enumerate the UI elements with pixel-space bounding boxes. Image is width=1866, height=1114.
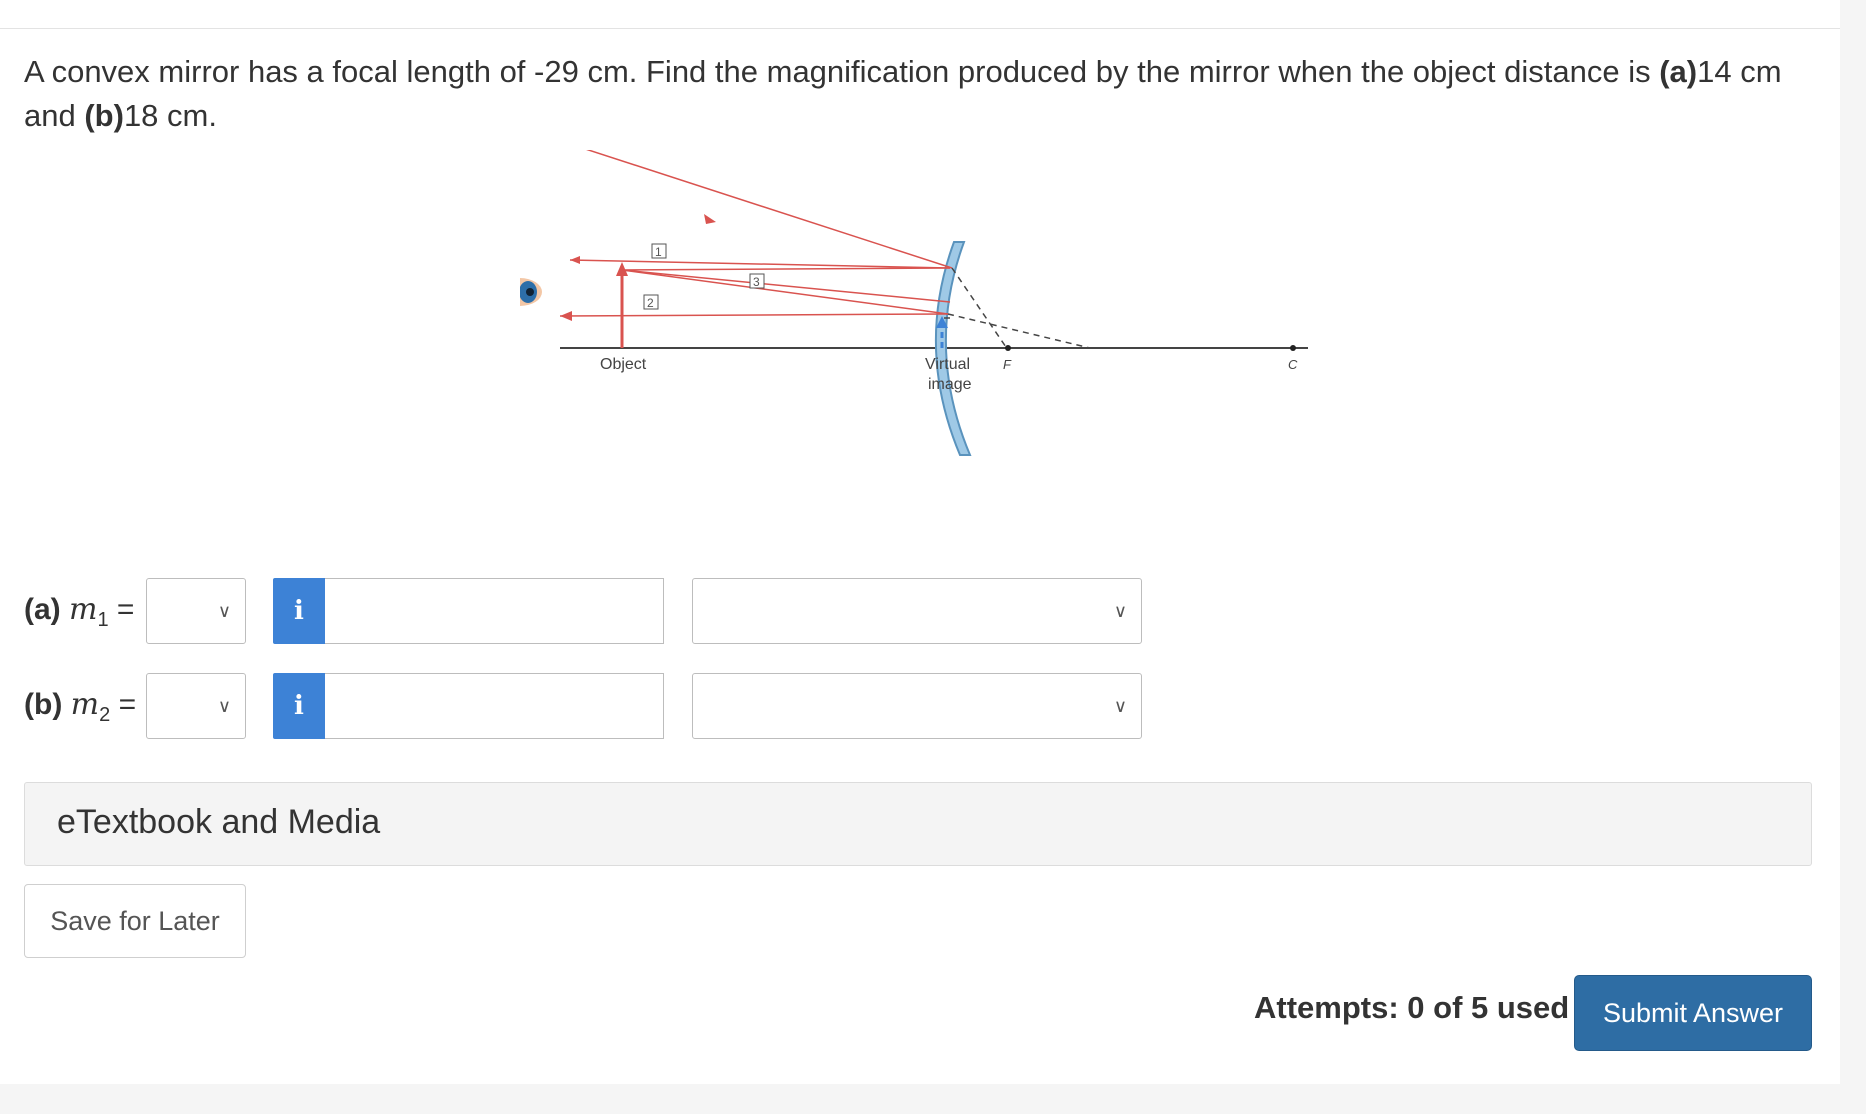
etextbook-media-panel[interactable]: eTextbook and Media (24, 782, 1812, 866)
variable: m (69, 592, 98, 627)
focal-point (1005, 345, 1011, 351)
ray-number: 3 (753, 275, 760, 289)
info-button[interactable]: i (273, 578, 325, 644)
part-a-marker: (a) (1659, 54, 1698, 89)
ray-number: 2 (647, 296, 654, 310)
chevron-down-icon: ∨ (1113, 696, 1127, 716)
image-label: image (928, 376, 972, 393)
f-label: F (1003, 357, 1012, 372)
question-text: A convex mirror has a focal length of -2… (24, 54, 1782, 133)
equals-sign: = (110, 688, 137, 721)
attempts-counter: Attempts: 0 of 5 used (1254, 990, 1570, 1025)
variable: m (70, 687, 100, 722)
submit-answer-button[interactable]: Submit Answer (1574, 975, 1812, 1051)
variable-subscript: 2 (99, 704, 111, 726)
value-input[interactable] (325, 578, 664, 644)
sign-select[interactable]: ∨ (146, 578, 246, 644)
answer-label-a: (a) m1 = (24, 592, 134, 632)
unit-select[interactable]: ∨ (692, 673, 1142, 739)
chevron-down-icon: ∨ (217, 696, 231, 716)
equals-sign: = (108, 593, 135, 626)
center-point (1290, 345, 1296, 351)
convex-mirror-diagram: 1 2 3 Object Virtual image F C (520, 150, 1308, 456)
object-label: Object (600, 356, 647, 373)
variable-subscript: 1 (97, 609, 109, 631)
part-label: (b) (24, 688, 63, 721)
info-icon: i (294, 691, 304, 721)
chevron-down-icon: ∨ (1113, 601, 1127, 621)
part-a-value: 14 cm (1697, 54, 1782, 89)
ray-number: 1 (655, 245, 662, 259)
question-intro: A convex mirror has a focal length of -2… (24, 54, 1660, 89)
object-arrowhead (616, 262, 628, 276)
info-button[interactable]: i (273, 673, 325, 739)
value-input[interactable] (325, 673, 664, 739)
part-label: (a) (24, 593, 61, 626)
virtual-label: Virtual (925, 356, 970, 373)
answer-label-b: (b) m2 = (24, 687, 136, 727)
question-card: A convex mirror has a focal length of -2… (0, 0, 1840, 1084)
save-for-later-button[interactable]: Save for Later (24, 884, 246, 958)
part-b-marker: (b) (84, 98, 124, 133)
sign-select[interactable]: ∨ (146, 673, 246, 739)
divider (0, 28, 1840, 29)
part-b-value: 18 cm. (123, 98, 217, 133)
c-label: C (1288, 357, 1298, 372)
etextbook-label: eTextbook and Media (57, 803, 381, 841)
unit-select[interactable]: ∨ (692, 578, 1142, 644)
eye-icon (520, 278, 542, 306)
info-icon: i (294, 596, 304, 626)
chevron-down-icon: ∨ (217, 601, 231, 621)
